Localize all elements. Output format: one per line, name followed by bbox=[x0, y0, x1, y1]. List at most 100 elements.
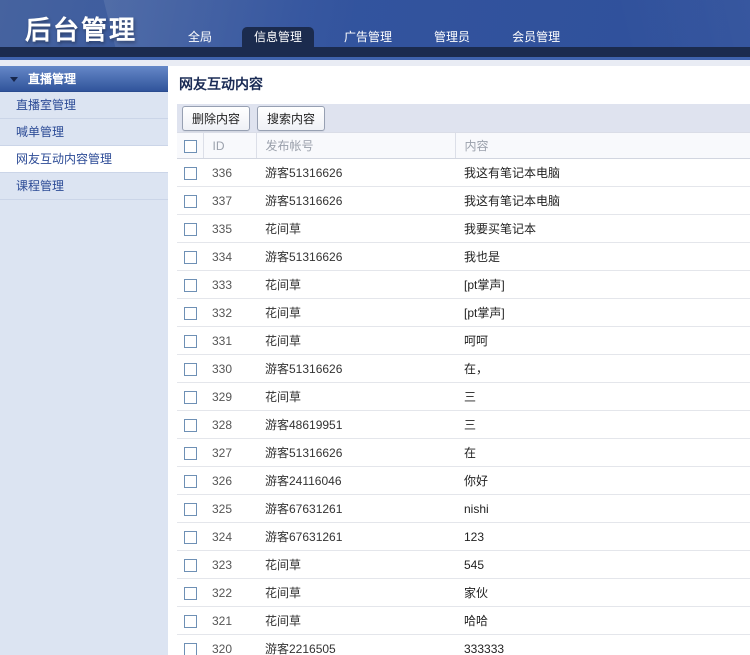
cell-content: [pt掌声] bbox=[455, 299, 750, 327]
cell-account: 花间草 bbox=[256, 271, 455, 299]
cell-id: 327 bbox=[203, 439, 256, 467]
table-row: 327游客51316626在 bbox=[177, 439, 750, 467]
row-checkbox[interactable] bbox=[184, 307, 197, 320]
cell-account: 游客51316626 bbox=[256, 355, 455, 383]
cell-content: 333333 bbox=[455, 635, 750, 655]
cell-account: 游客2216505 bbox=[256, 635, 455, 655]
table-row: 332花间草[pt掌声] bbox=[177, 299, 750, 327]
cell-content: 我也是 bbox=[455, 243, 750, 271]
cell-content: 我这有笔记本电脑 bbox=[455, 187, 750, 215]
table-row: 320游客2216505333333 bbox=[177, 635, 750, 655]
table-row: 333花间草[pt掌声] bbox=[177, 271, 750, 299]
row-checkbox[interactable] bbox=[184, 279, 197, 292]
row-checkbox-cell bbox=[177, 299, 203, 327]
row-checkbox-cell bbox=[177, 607, 203, 635]
cell-content: [pt掌声] bbox=[455, 271, 750, 299]
cell-content: nishi bbox=[455, 495, 750, 523]
cell-account: 花间草 bbox=[256, 327, 455, 355]
sidebar-item-1[interactable]: 喊单管理 bbox=[0, 119, 168, 146]
cell-account: 游客24116046 bbox=[256, 467, 455, 495]
cell-content: 三 bbox=[455, 411, 750, 439]
sidebar-items: 直播室管理喊单管理网友互动内容管理课程管理 bbox=[0, 92, 168, 200]
row-checkbox[interactable] bbox=[184, 447, 197, 460]
row-checkbox[interactable] bbox=[184, 391, 197, 404]
row-checkbox[interactable] bbox=[184, 167, 197, 180]
cell-account: 花间草 bbox=[256, 215, 455, 243]
table-row: 331花间草呵呵 bbox=[177, 327, 750, 355]
cell-id: 332 bbox=[203, 299, 256, 327]
row-checkbox[interactable] bbox=[184, 615, 197, 628]
table-row: 337游客51316626我这有笔记本电脑 bbox=[177, 187, 750, 215]
page-title: 网友互动内容 bbox=[177, 66, 750, 104]
row-checkbox[interactable] bbox=[184, 251, 197, 264]
cell-content: 545 bbox=[455, 551, 750, 579]
cell-content: 哈哈 bbox=[455, 607, 750, 635]
table-row: 336游客51316626我这有笔记本电脑 bbox=[177, 159, 750, 187]
cell-id: 334 bbox=[203, 243, 256, 271]
cell-id: 333 bbox=[203, 271, 256, 299]
row-checkbox[interactable] bbox=[184, 559, 197, 572]
table-row: 326游客24116046你好 bbox=[177, 467, 750, 495]
page-body: 直播管理 直播室管理喊单管理网友互动内容管理课程管理 网友互动内容 删除内容搜索… bbox=[0, 66, 750, 655]
row-checkbox[interactable] bbox=[184, 223, 197, 236]
cell-content: 123 bbox=[455, 523, 750, 551]
sidebar-item-0[interactable]: 直播室管理 bbox=[0, 92, 168, 119]
main-content: 网友互动内容 删除内容搜索内容 ID 发布帐号 内容 336游客51316626… bbox=[177, 66, 750, 655]
table-row: 323花间草545 bbox=[177, 551, 750, 579]
nav-tab-0[interactable]: 全局 bbox=[176, 27, 224, 57]
content-table: ID 发布帐号 内容 336游客51316626我这有笔记本电脑337游客513… bbox=[177, 132, 750, 655]
cell-content: 三 bbox=[455, 383, 750, 411]
row-checkbox[interactable] bbox=[184, 475, 197, 488]
row-checkbox-cell bbox=[177, 327, 203, 355]
cell-account: 花间草 bbox=[256, 607, 455, 635]
cell-id: 320 bbox=[203, 635, 256, 655]
row-checkbox-cell bbox=[177, 579, 203, 607]
cell-content: 你好 bbox=[455, 467, 750, 495]
row-checkbox-cell bbox=[177, 551, 203, 579]
nav-tab-3[interactable]: 管理员 bbox=[422, 27, 482, 57]
cell-account: 花间草 bbox=[256, 299, 455, 327]
sidebar-item-3[interactable]: 课程管理 bbox=[0, 173, 168, 200]
row-checkbox-cell bbox=[177, 243, 203, 271]
sidebar: 直播管理 直播室管理喊单管理网友互动内容管理课程管理 bbox=[0, 66, 168, 655]
row-checkbox[interactable] bbox=[184, 419, 197, 432]
sidebar-item-2[interactable]: 网友互动内容管理 bbox=[0, 146, 168, 173]
select-all-checkbox[interactable] bbox=[184, 140, 197, 153]
delete-content-button[interactable]: 删除内容 bbox=[182, 106, 250, 131]
row-checkbox[interactable] bbox=[184, 195, 197, 208]
nav-tab-2[interactable]: 广告管理 bbox=[332, 27, 404, 57]
row-checkbox[interactable] bbox=[184, 335, 197, 348]
table-row: 324游客67631261123 bbox=[177, 523, 750, 551]
cell-id: 329 bbox=[203, 383, 256, 411]
cell-account: 花间草 bbox=[256, 579, 455, 607]
sidebar-group-live-management[interactable]: 直播管理 bbox=[0, 66, 168, 92]
cell-account: 游客51316626 bbox=[256, 159, 455, 187]
cell-id: 323 bbox=[203, 551, 256, 579]
table-row: 328游客48619951三 bbox=[177, 411, 750, 439]
row-checkbox[interactable] bbox=[184, 643, 197, 655]
toolbar: 删除内容搜索内容 bbox=[177, 104, 750, 132]
row-checkbox-cell bbox=[177, 495, 203, 523]
nav-tab-1[interactable]: 信息管理 bbox=[242, 27, 314, 57]
table-row: 335花间草我要买笔记本 bbox=[177, 215, 750, 243]
table-row: 330游客51316626在， bbox=[177, 355, 750, 383]
cell-account: 游客51316626 bbox=[256, 439, 455, 467]
row-checkbox[interactable] bbox=[184, 531, 197, 544]
cell-id: 324 bbox=[203, 523, 256, 551]
nav-tabs: 全局信息管理广告管理管理员会员管理 bbox=[176, 27, 590, 57]
table-row: 334游客51316626我也是 bbox=[177, 243, 750, 271]
row-checkbox[interactable] bbox=[184, 503, 197, 516]
search-content-button[interactable]: 搜索内容 bbox=[257, 106, 325, 131]
row-checkbox-cell bbox=[177, 411, 203, 439]
nav-tab-4[interactable]: 会员管理 bbox=[500, 27, 572, 57]
row-checkbox-cell bbox=[177, 159, 203, 187]
cell-content: 在， bbox=[455, 355, 750, 383]
row-checkbox[interactable] bbox=[184, 587, 197, 600]
cell-id: 330 bbox=[203, 355, 256, 383]
row-checkbox-cell bbox=[177, 215, 203, 243]
table-row: 329花间草三 bbox=[177, 383, 750, 411]
content-table-body: 336游客51316626我这有笔记本电脑337游客51316626我这有笔记本… bbox=[177, 159, 750, 655]
column-header-content: 内容 bbox=[455, 133, 750, 159]
row-checkbox[interactable] bbox=[184, 363, 197, 376]
row-checkbox-cell bbox=[177, 383, 203, 411]
